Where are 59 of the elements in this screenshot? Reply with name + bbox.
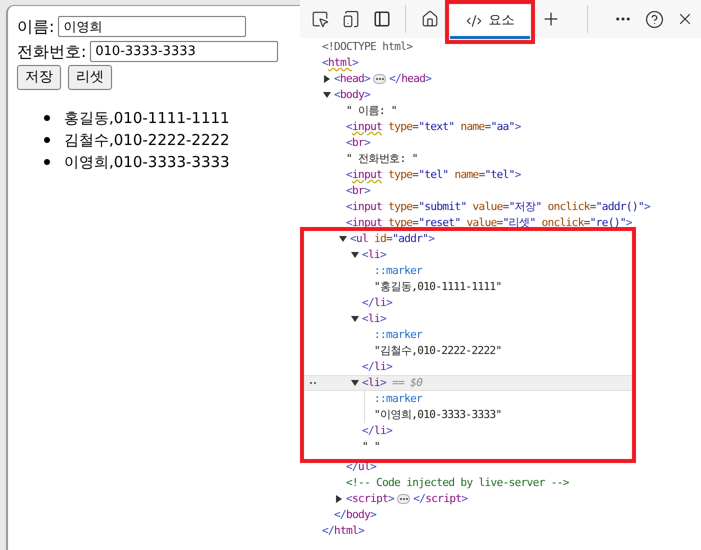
code-text[interactable]: <input type="submit" value="저장" onclick="addr()"> [346, 198, 650, 216]
triangle-down-icon[interactable] [323, 91, 331, 99]
list-item: 김철수,010-2222-2222 [64, 130, 230, 151]
triangle-down-icon[interactable] [351, 379, 359, 387]
selected-row[interactable]: <li> == $0 [304, 375, 632, 391]
code-text[interactable]: " 이름: " [346, 102, 397, 120]
code-text[interactable]: ::marker [374, 390, 422, 408]
code-text[interactable]: <br> [346, 134, 370, 152]
triangle-down-icon[interactable] [339, 235, 347, 243]
text-field[interactable]: 010-3333-3333 [90, 41, 278, 62]
code-text[interactable]: <body> [334, 86, 370, 104]
code-text[interactable]: ::marker [374, 326, 422, 344]
bullet-icon [44, 159, 50, 165]
code-text[interactable]: "홍길동,010-1111-1111" [374, 278, 502, 296]
code-text[interactable]: <li> [362, 374, 386, 392]
code-text[interactable]: " 전화번호: " [346, 150, 418, 168]
code-text[interactable]: "김철수,010-2222-2222" [374, 342, 502, 360]
row-indicator-icon [310, 382, 316, 384]
code-text[interactable]: <br> [346, 182, 370, 200]
form-button[interactable]: 리셋 [68, 65, 112, 90]
code-text[interactable]: "이영희,010-3333-3333" [374, 406, 502, 424]
triangle-right-icon[interactable] [323, 75, 331, 83]
triangle-down-icon[interactable] [351, 315, 359, 323]
code-icon [466, 12, 482, 28]
code-text[interactable]: </li> [362, 422, 392, 440]
triangle-down-icon[interactable] [351, 251, 359, 259]
form-button[interactable]: 저장 [17, 65, 61, 90]
field-label: 이름: [17, 16, 54, 38]
bullet-icon [44, 115, 50, 121]
code-text[interactable]: </li> [362, 358, 392, 376]
bullet-icon [44, 137, 50, 143]
code-text[interactable]: </li> [362, 294, 392, 312]
ellipsis-icon[interactable] [373, 74, 386, 84]
list-item: 홍길동,010-1111-1111 [64, 108, 230, 129]
list-item: 이영희,010-3333-3333 [64, 152, 230, 173]
elements-tab[interactable]: 요소 [450, 5, 530, 39]
code-text[interactable]: <li> [362, 310, 386, 328]
code-text[interactable]: " " [362, 438, 380, 456]
code-text[interactable]: <input type="text" name="aa"> [346, 118, 521, 136]
selected-node-hint: == $0 [392, 374, 422, 391]
field-label: 전화번호: [17, 40, 86, 62]
code-text[interactable]: <input type="tel" name="tel"> [346, 166, 521, 184]
code-text[interactable]: </html> [322, 522, 364, 540]
code-text[interactable]: <!DOCTYPE html> [322, 38, 412, 56]
code-text[interactable]: </ul> [346, 458, 376, 476]
code-text[interactable]: <li> [362, 246, 386, 264]
code-text[interactable]: </script> [413, 490, 468, 508]
code-text[interactable]: </head> [389, 70, 432, 88]
code-text[interactable]: <head> [334, 70, 370, 88]
ellipsis-icon[interactable] [397, 494, 410, 504]
triangle-right-icon[interactable] [335, 495, 343, 503]
code-text[interactable]: ::marker [374, 262, 422, 280]
code-text[interactable]: </body> [334, 506, 376, 524]
code-text[interactable]: <script> [346, 490, 394, 508]
code-text[interactable]: <!-- Code injected by live-server --> [346, 474, 569, 492]
code-text[interactable]: <ul id="addr"> [350, 230, 434, 248]
code-text[interactable]: <input type="reset" value="리셋" onclick="re()"> [346, 214, 632, 232]
code-text[interactable]: <html> [322, 54, 358, 72]
text-field[interactable]: 이영희 [58, 16, 246, 37]
